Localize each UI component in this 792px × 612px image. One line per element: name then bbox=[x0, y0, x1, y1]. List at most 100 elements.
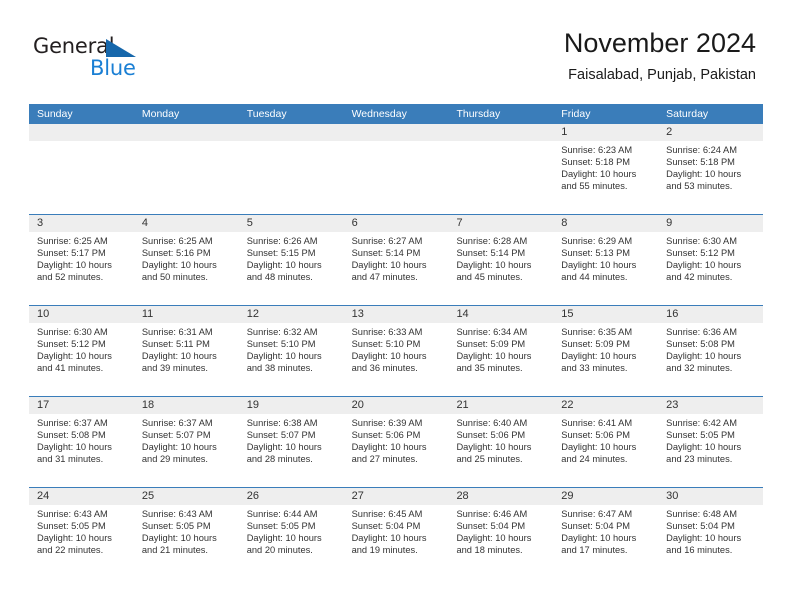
calendar-day-cell[interactable]: 13 Sunrise: 6:33 AM Sunset: 5:10 PM Dayligh… bbox=[343, 306, 449, 396]
sunrise-text: Sunrise: 6:23 AM bbox=[561, 145, 633, 155]
calendar-day-cell[interactable]: 3 Sunrise: 6:25 AM Sunset: 5:17 PM Daylight… bbox=[29, 215, 134, 305]
calendar-day-cell[interactable]: 20 Sunrise: 6:39 AM Sunset: 5:06 PM Dayligh… bbox=[343, 397, 449, 487]
day-number: 13 bbox=[343, 306, 449, 323]
calendar-day-cell[interactable]: 18 Sunrise: 6:37 AM Sunset: 5:07 PM Dayligh… bbox=[133, 397, 239, 487]
calendar-day-cell[interactable]: 16 Sunrise: 6:36 AM Sunset: 5:08 PM Dayligh… bbox=[658, 306, 764, 396]
sunrise-text: Sunrise: 6:37 AM bbox=[141, 418, 213, 428]
sun-info: Sunrise: 6:32 AM Sunset: 5:10 PM Daylight:… bbox=[239, 323, 344, 374]
calendar-day-cell[interactable]: 14 Sunrise: 6:34 AM Sunset: 5:09 PM Dayligh… bbox=[448, 306, 554, 396]
calendar-day-cell[interactable]: 26 Sunrise: 6:44 AM Sunset: 5:05 PM Dayligh… bbox=[238, 488, 344, 578]
daylight-text-line2: and 16 minutes. bbox=[666, 545, 733, 556]
sunrise-text: Sunrise: 6:37 AM bbox=[37, 418, 108, 428]
sun-info: Sunrise: 6:48 AM Sunset: 5:04 PM Daylight:… bbox=[658, 505, 763, 556]
sunrise-text: Sunrise: 6:29 AM bbox=[561, 236, 633, 246]
calendar-day-cell[interactable]: 24 Sunrise: 6:43 AM Sunset: 5:05 PM Dayligh… bbox=[29, 488, 134, 578]
daylight-text-line1: Daylight: 10 hours bbox=[246, 260, 322, 271]
day-number: 20 bbox=[343, 397, 449, 414]
sunset-text: Sunset: 5:15 PM bbox=[246, 248, 316, 259]
calendar-grid: Sunday Monday Tuesday Wednesday Thursday… bbox=[29, 104, 764, 578]
calendar-day-cell-empty bbox=[343, 124, 449, 214]
day-number: 4 bbox=[133, 215, 239, 232]
sunrise-text: Sunrise: 6:33 AM bbox=[351, 327, 423, 337]
sun-info: Sunrise: 6:38 AM Sunset: 5:07 PM Daylight:… bbox=[239, 414, 344, 465]
calendar-day-cell-empty bbox=[448, 124, 554, 214]
calendar-week-row: 10 Sunrise: 6:30 AM Sunset: 5:12 PM Dayligh… bbox=[29, 305, 764, 396]
calendar-day-cell-empty bbox=[238, 124, 344, 214]
daylight-text-line2: and 41 minutes. bbox=[37, 363, 104, 374]
calendar-day-cell[interactable]: 21 Sunrise: 6:40 AM Sunset: 5:06 PM Dayligh… bbox=[448, 397, 554, 487]
sun-info: Sunrise: 6:37 AM Sunset: 5:08 PM Daylight:… bbox=[29, 414, 134, 465]
sunrise-text: Sunrise: 6:24 AM bbox=[666, 145, 737, 155]
daylight-text-line2: and 47 minutes. bbox=[351, 272, 418, 283]
daylight-text-line2: and 29 minutes. bbox=[141, 454, 209, 465]
calendar-day-cell[interactable]: 30 Sunrise: 6:48 AM Sunset: 5:04 PM Dayligh… bbox=[658, 488, 764, 578]
calendar-day-cell[interactable]: 1 Sunrise: 6:23 AM Sunset: 5:18 PM Daylight… bbox=[553, 124, 659, 214]
day-number: 17 bbox=[29, 397, 134, 414]
daylight-text-line1: Daylight: 10 hours bbox=[351, 351, 427, 362]
calendar-day-cell[interactable]: 10 Sunrise: 6:30 AM Sunset: 5:12 PM Dayligh… bbox=[29, 306, 134, 396]
calendar-day-cell[interactable]: 12 Sunrise: 6:32 AM Sunset: 5:10 PM Dayligh… bbox=[238, 306, 344, 396]
calendar-day-cell[interactable]: 9 Sunrise: 6:30 AM Sunset: 5:12 PM Daylight… bbox=[658, 215, 764, 305]
sunset-text: Sunset: 5:18 PM bbox=[666, 157, 735, 168]
calendar-day-cell[interactable]: 6 Sunrise: 6:27 AM Sunset: 5:14 PM Daylight… bbox=[343, 215, 449, 305]
calendar-day-cell[interactable]: 11 Sunrise: 6:31 AM Sunset: 5:11 PM Dayligh… bbox=[133, 306, 239, 396]
day-number: 3 bbox=[29, 215, 134, 232]
calendar-day-cell[interactable]: 8 Sunrise: 6:29 AM Sunset: 5:13 PM Daylight… bbox=[553, 215, 659, 305]
sunrise-text: Sunrise: 6:31 AM bbox=[141, 327, 213, 337]
daylight-text-line2: and 18 minutes. bbox=[456, 545, 523, 556]
day-number: 11 bbox=[133, 306, 239, 323]
calendar-day-cell[interactable]: 19 Sunrise: 6:38 AM Sunset: 5:07 PM Dayligh… bbox=[238, 397, 344, 487]
weekday-header-thursday: Thursday bbox=[456, 108, 501, 120]
sunrise-text: Sunrise: 6:30 AM bbox=[37, 327, 108, 337]
general-blue-logo[interactable]: General Blue bbox=[33, 34, 163, 82]
daylight-text-line1: Daylight: 10 hours bbox=[456, 351, 532, 362]
daylight-text-line1: Daylight: 10 hours bbox=[37, 351, 112, 362]
page-header: General Blue November 2024 Faisalabad, P… bbox=[0, 0, 792, 96]
weekday-header-monday: Monday bbox=[141, 108, 180, 120]
calendar-day-cell[interactable]: 5 Sunrise: 6:26 AM Sunset: 5:15 PM Daylight… bbox=[238, 215, 344, 305]
calendar-day-cell[interactable]: 29 Sunrise: 6:47 AM Sunset: 5:04 PM Dayligh… bbox=[553, 488, 659, 578]
daylight-text-line2: and 42 minutes. bbox=[666, 272, 733, 283]
daylight-text-line1: Daylight: 10 hours bbox=[561, 533, 637, 544]
day-number: 23 bbox=[658, 397, 764, 414]
sun-info: Sunrise: 6:42 AM Sunset: 5:05 PM Daylight:… bbox=[658, 414, 763, 465]
sunrise-text: Sunrise: 6:45 AM bbox=[351, 509, 423, 519]
title-block: November 2024 Faisalabad, Punjab, Pakist… bbox=[564, 26, 756, 84]
sunset-text: Sunset: 5:06 PM bbox=[456, 430, 526, 441]
sunset-text: Sunset: 5:10 PM bbox=[246, 339, 316, 350]
day-number: 21 bbox=[448, 397, 554, 414]
sun-info: Sunrise: 6:41 AM Sunset: 5:06 PM Daylight:… bbox=[553, 414, 658, 465]
sunrise-text: Sunrise: 6:38 AM bbox=[246, 418, 318, 428]
daylight-text-line1: Daylight: 10 hours bbox=[351, 260, 427, 271]
sun-info: Sunrise: 6:30 AM Sunset: 5:12 PM Daylight:… bbox=[29, 323, 134, 374]
sunset-text: Sunset: 5:07 PM bbox=[246, 430, 316, 441]
calendar-week-row: 17 Sunrise: 6:37 AM Sunset: 5:08 PM Dayligh… bbox=[29, 396, 764, 487]
daylight-text-line1: Daylight: 10 hours bbox=[456, 533, 532, 544]
calendar-day-cell[interactable]: 28 Sunrise: 6:46 AM Sunset: 5:04 PM Dayligh… bbox=[448, 488, 554, 578]
calendar-day-cell[interactable]: 23 Sunrise: 6:42 AM Sunset: 5:05 PM Dayligh… bbox=[658, 397, 764, 487]
day-number bbox=[238, 124, 344, 141]
day-number: 26 bbox=[238, 488, 344, 505]
daylight-text-line1: Daylight: 10 hours bbox=[666, 533, 742, 544]
sun-info: Sunrise: 6:46 AM Sunset: 5:04 PM Daylight:… bbox=[448, 505, 553, 556]
sunset-text: Sunset: 5:04 PM bbox=[351, 521, 421, 532]
daylight-text-line1: Daylight: 10 hours bbox=[561, 169, 637, 180]
calendar-day-cell[interactable]: 7 Sunrise: 6:28 AM Sunset: 5:14 PM Daylight… bbox=[448, 215, 554, 305]
day-number: 9 bbox=[658, 215, 764, 232]
day-number bbox=[343, 124, 449, 141]
sunset-text: Sunset: 5:05 PM bbox=[37, 521, 106, 532]
calendar-day-cell[interactable]: 15 Sunrise: 6:35 AM Sunset: 5:09 PM Dayligh… bbox=[553, 306, 659, 396]
calendar-day-cell[interactable]: 17 Sunrise: 6:37 AM Sunset: 5:08 PM Dayligh… bbox=[29, 397, 134, 487]
daylight-text-line2: and 52 minutes. bbox=[37, 272, 104, 283]
sunrise-text: Sunrise: 6:34 AM bbox=[456, 327, 528, 337]
daylight-text-line1: Daylight: 10 hours bbox=[351, 533, 427, 544]
calendar-day-cell[interactable]: 2 Sunrise: 6:24 AM Sunset: 5:18 PM Daylight… bbox=[658, 124, 764, 214]
calendar-day-cell[interactable]: 25 Sunrise: 6:43 AM Sunset: 5:05 PM Dayligh… bbox=[133, 488, 239, 578]
daylight-text-line1: Daylight: 10 hours bbox=[561, 442, 637, 453]
calendar-day-cell[interactable]: 27 Sunrise: 6:45 AM Sunset: 5:04 PM Dayligh… bbox=[343, 488, 449, 578]
sun-info: Sunrise: 6:30 AM Sunset: 5:12 PM Daylight:… bbox=[658, 232, 763, 283]
calendar-day-cell[interactable]: 22 Sunrise: 6:41 AM Sunset: 5:06 PM Dayligh… bbox=[553, 397, 659, 487]
sunrise-text: Sunrise: 6:43 AM bbox=[141, 509, 213, 519]
calendar-page: General Blue November 2024 Faisalabad, P… bbox=[0, 0, 792, 612]
calendar-day-cell[interactable]: 4 Sunrise: 6:25 AM Sunset: 5:16 PM Daylight… bbox=[133, 215, 239, 305]
